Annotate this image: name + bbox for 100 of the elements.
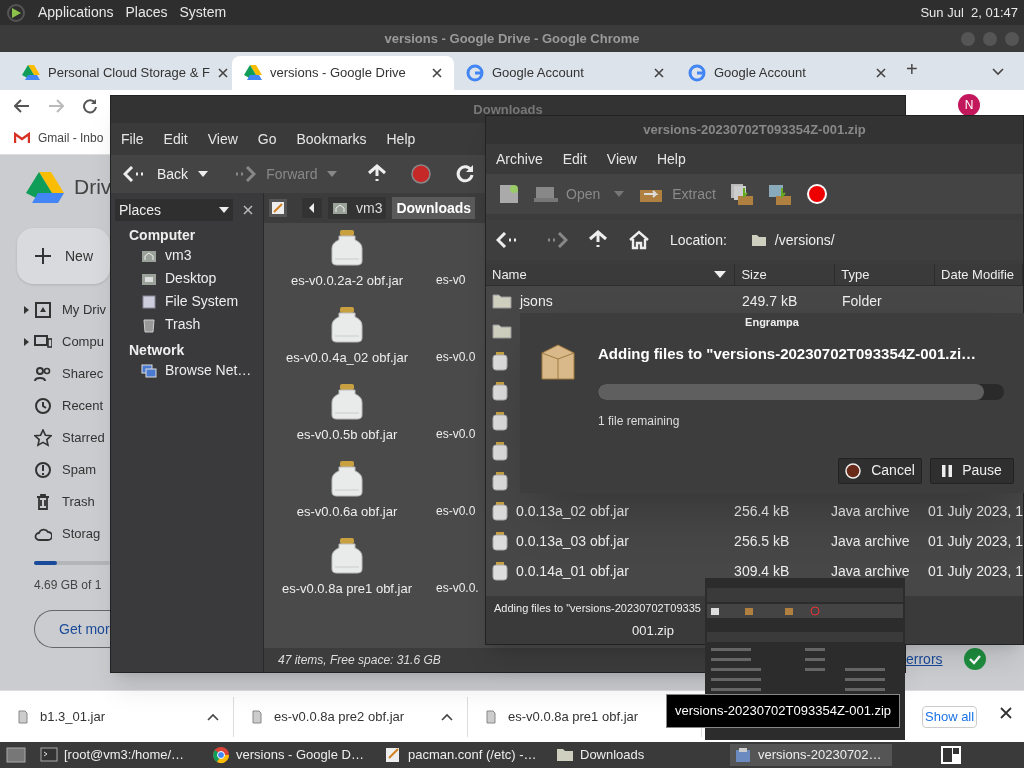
nav-item[interactable]: Recent [62, 396, 104, 416]
reload-icon[interactable] [82, 98, 98, 114]
file-name[interactable]: es-v0.0.6a obf.jar [296, 502, 398, 522]
pause-button[interactable]: Pause [930, 457, 1014, 484]
google-logo-icon [688, 64, 706, 82]
sidebar-item[interactable]: Desktop [165, 268, 217, 289]
close-icon[interactable] [217, 68, 228, 78]
star-icon [34, 428, 52, 447]
panel-menu[interactable]: Applications [38, 2, 114, 23]
menu-item[interactable]: Archive [496, 148, 543, 170]
back-arrow-icon[interactable] [14, 99, 30, 113]
column-header[interactable]: Size [735, 264, 836, 285]
workspace-switcher-icon[interactable] [940, 745, 962, 765]
file-name[interactable]: es-v0.0.2a-2 obf.jar [291, 271, 403, 291]
download-item[interactable]: es-v0.0.8a pre2 obf.jar [234, 696, 468, 737]
column-header[interactable]: Type [835, 264, 935, 285]
caret-up-icon[interactable] [207, 712, 219, 721]
file-name[interactable]: es-v0.0. [436, 579, 479, 597]
chevron-left-icon[interactable] [302, 198, 322, 218]
file-name[interactable]: es-v0.0 [436, 502, 476, 520]
pencil-icon[interactable] [268, 198, 288, 218]
taskbar-item[interactable]: versions - Google D… [208, 744, 370, 766]
close-icon[interactable] [654, 68, 664, 78]
errors-link[interactable]: errors [906, 649, 943, 670]
nav-item[interactable]: Storag [62, 524, 101, 544]
file-name[interactable]: es-v0.0.4a_02 obf.jar [285, 348, 409, 368]
jar-icon[interactable] [329, 460, 365, 498]
up-arrow-icon[interactable] [367, 164, 388, 184]
sidebar-item[interactable]: Trash [165, 314, 201, 335]
table-cell-text: 0.0.13a_03 obf.jar [516, 531, 629, 551]
panel-menu[interactable]: System [179, 2, 227, 23]
file-name[interactable]: es-v0 [436, 271, 466, 289]
jar-icon[interactable] [329, 229, 365, 267]
taskbar-item[interactable]: Downloads [552, 744, 714, 766]
close-icon[interactable] [432, 68, 442, 78]
taskbar-item[interactable]: pacman.conf (/etc) -… [380, 744, 542, 766]
new-archive-icon[interactable] [498, 183, 520, 205]
sidebar-item[interactable]: File System [165, 291, 239, 312]
jar-icon [492, 411, 508, 431]
menu-item[interactable]: Bookmarks [296, 128, 367, 150]
file-name[interactable]: es-v0.0.5b obf.jar [296, 425, 398, 445]
forward-arrow-icon[interactable] [546, 232, 568, 248]
menu-item[interactable]: File [121, 128, 144, 150]
chevron-down-icon[interactable] [992, 68, 1004, 76]
path-button[interactable]: Downloads [392, 197, 476, 219]
menu-item[interactable]: Edit [163, 128, 188, 150]
nav-item[interactable]: Spam [62, 460, 96, 480]
menu-item[interactable]: View [606, 148, 637, 170]
nav-item[interactable]: Starred [62, 428, 105, 448]
close-icon[interactable] [243, 205, 253, 215]
nav-item[interactable]: Sharec [62, 364, 104, 384]
menu-item[interactable]: Help [386, 128, 416, 150]
close-icon[interactable] [1000, 707, 1012, 719]
browser-tab[interactable]: Google Account [676, 56, 898, 90]
path-button[interactable]: vm3 [328, 197, 387, 219]
jar-icon[interactable] [329, 537, 365, 575]
expand-triangle-icon[interactable] [24, 337, 29, 346]
caret-up-icon[interactable] [441, 712, 453, 721]
up-arrow-icon[interactable] [588, 230, 608, 250]
jar-icon[interactable] [329, 306, 365, 344]
sidebar-item[interactable]: Browse Net… [165, 360, 252, 381]
profile-avatar[interactable]: N [958, 94, 980, 116]
add-files-icon[interactable] [729, 182, 754, 206]
trash-icon [34, 492, 52, 511]
expand-triangle-icon[interactable] [24, 305, 29, 314]
taskbar-item[interactable]: [root@vm3:/home/… [36, 744, 198, 766]
download-item[interactable]: b1.3_01.jar [0, 696, 234, 737]
file-name[interactable]: es-v0.0.8a pre1 obf.jar [281, 579, 413, 599]
taskbar-item[interactable]: versions-20230702… [730, 744, 892, 766]
browser-tab[interactable]: versions - Google Drive [232, 56, 454, 90]
column-header[interactable]: Name [486, 264, 736, 285]
menu-item[interactable]: Go [257, 128, 277, 150]
browser-tab[interactable]: Personal Cloud Storage & F [10, 56, 232, 90]
jar-icon[interactable] [329, 383, 365, 421]
cancel-button[interactable]: Cancel [838, 457, 922, 484]
new-button[interactable]: New [17, 228, 110, 284]
stop-icon[interactable] [805, 183, 828, 205]
menu-item[interactable]: Edit [562, 148, 587, 170]
places-dropdown[interactable]: Places [115, 199, 233, 221]
menu-item[interactable]: Help [656, 148, 686, 170]
add-folder-icon[interactable] [767, 182, 792, 206]
file-name[interactable]: es-v0.0 [436, 348, 476, 366]
nav-item[interactable]: Compu [62, 332, 104, 352]
back-button[interactable]: Back [121, 163, 211, 185]
bookmark-link[interactable]: Gmail - Inbo [38, 129, 104, 147]
reload-icon[interactable] [455, 164, 476, 184]
close-icon[interactable] [876, 68, 886, 78]
nav-item[interactable]: My Driv [62, 300, 107, 320]
sidebar-item[interactable]: vm3 [165, 245, 192, 266]
browser-tab[interactable]: Google Account [454, 56, 676, 90]
show-all-button[interactable]: Show all [922, 706, 978, 728]
home-icon[interactable] [628, 230, 650, 250]
nav-item[interactable]: Trash [62, 492, 95, 512]
column-header[interactable]: Date Modifie [935, 264, 1023, 285]
new-tab-button[interactable]: + [906, 54, 918, 84]
menu-item[interactable]: View [207, 128, 238, 150]
show-desktop-icon[interactable] [6, 746, 26, 764]
panel-menu[interactable]: Places [125, 2, 168, 23]
file-name[interactable]: es-v0.0 [436, 425, 476, 443]
file-icon [18, 709, 28, 724]
